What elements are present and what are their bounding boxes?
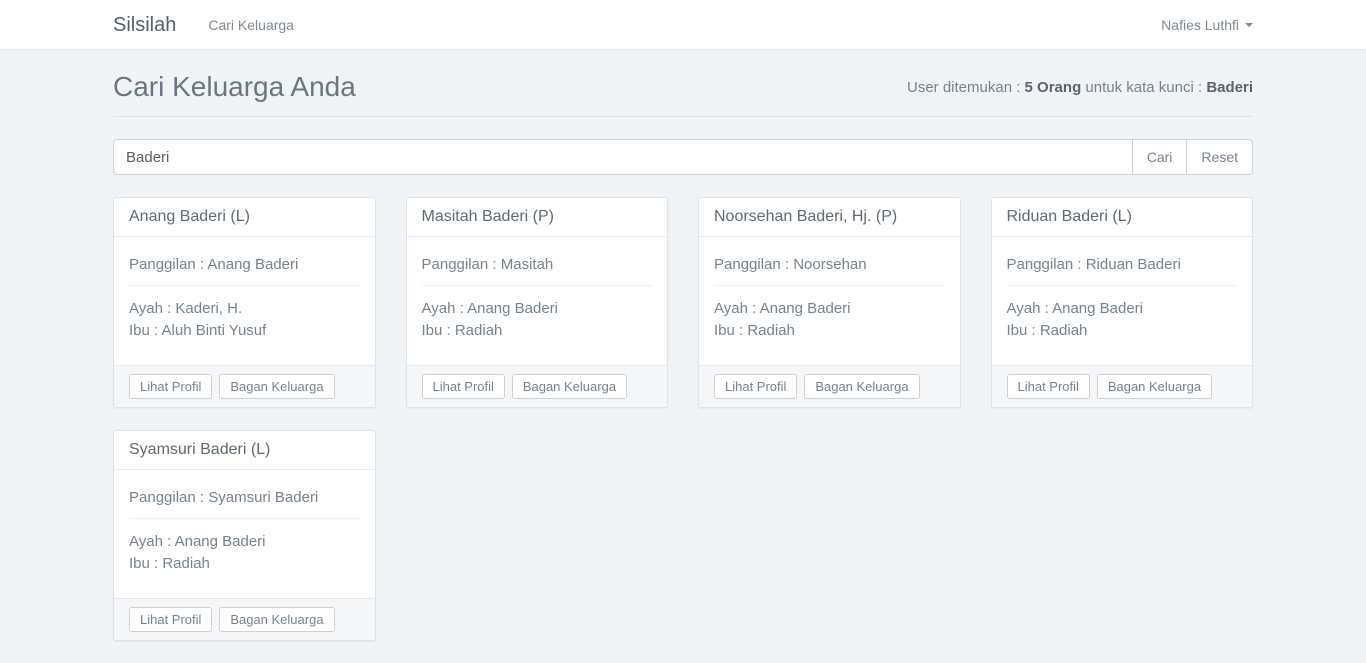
card-divider [1007,285,1238,286]
search-bar: Cari Reset [113,139,1253,175]
summary-keyword: Baderi [1206,79,1253,96]
person-card: Riduan Baderi (L) Panggilan : Riduan Bad… [991,197,1254,408]
person-card-title: Syamsuri Baderi (L) [114,431,375,470]
search-input[interactable] [113,139,1133,175]
person-card-title: Riduan Baderi (L) [992,198,1253,237]
person-nickname: Panggilan : Syamsuri Baderi [129,488,360,508]
result-column: Anang Baderi (L) Panggilan : Anang Bader… [98,197,391,408]
person-nickname: Panggilan : Masitah [422,255,653,275]
bagan-keluarga-button[interactable]: Bagan Keluarga [804,374,919,399]
result-column: Syamsuri Baderi (L) Panggilan : Syamsuri… [98,430,391,641]
person-card-footer: Lihat Profil Bagan Keluarga [114,365,375,407]
person-card: Noorsehan Baderi, Hj. (P) Panggilan : No… [698,197,961,408]
nav-link-cari-keluarga[interactable]: Cari Keluarga [208,17,294,33]
person-card: Masitah Baderi (P) Panggilan : Masitah A… [406,197,669,408]
page-header: Cari Keluarga Anda User ditemukan : 5 Or… [113,71,1253,117]
person-card-body: Panggilan : Masitah Ayah : Anang Baderi … [407,237,668,365]
lihat-profil-button[interactable]: Lihat Profil [422,374,505,399]
bagan-keluarga-button[interactable]: Bagan Keluarga [219,607,334,632]
person-card-body: Panggilan : Noorsehan Ayah : Anang Bader… [699,237,960,365]
person-father: Ayah : Anang Baderi [422,298,653,320]
result-column: Noorsehan Baderi, Hj. (P) Panggilan : No… [683,197,976,408]
user-menu-dropdown[interactable]: Nafies Luthfi [1161,17,1253,33]
person-father: Ayah : Anang Baderi [129,531,360,553]
result-column: Masitah Baderi (P) Panggilan : Masitah A… [391,197,684,408]
lihat-profil-button[interactable]: Lihat Profil [1007,374,1090,399]
results-grid: Anang Baderi (L) Panggilan : Anang Bader… [98,197,1268,663]
main-content: Cari Keluarga Anda User ditemukan : 5 Or… [0,71,1366,663]
card-divider [714,285,945,286]
bagan-keluarga-button[interactable]: Bagan Keluarga [512,374,627,399]
result-column: Riduan Baderi (L) Panggilan : Riduan Bad… [976,197,1269,408]
navbar: Silsilah Cari Keluarga Nafies Luthfi [0,0,1366,50]
person-mother: Ibu : Radiah [1007,320,1238,342]
person-mother: Ibu : Radiah [422,320,653,342]
person-father: Ayah : Anang Baderi [714,298,945,320]
summary-count: 5 Orang [1025,79,1082,96]
summary-prefix: User ditemukan : [907,79,1025,96]
person-mother: Ibu : Radiah [129,553,360,575]
person-nickname: Panggilan : Noorsehan [714,255,945,275]
lihat-profil-button[interactable]: Lihat Profil [714,374,797,399]
person-card-footer: Lihat Profil Bagan Keluarga [699,365,960,407]
person-mother: Ibu : Aluh Binti Yusuf [129,320,360,342]
person-card-footer: Lihat Profil Bagan Keluarga [114,598,375,640]
person-card-footer: Lihat Profil Bagan Keluarga [407,365,668,407]
person-father: Ayah : Kaderi, H. [129,298,360,320]
summary-middle: untuk kata kunci : [1081,79,1206,96]
person-father: Ayah : Anang Baderi [1007,298,1238,320]
person-card-title: Anang Baderi (L) [114,198,375,237]
bagan-keluarga-button[interactable]: Bagan Keluarga [1097,374,1212,399]
brand-silsilah[interactable]: Silsilah [113,14,176,37]
card-divider [129,285,360,286]
person-card: Syamsuri Baderi (L) Panggilan : Syamsuri… [113,430,376,641]
cari-button[interactable]: Cari [1132,139,1188,175]
bagan-keluarga-button[interactable]: Bagan Keluarga [219,374,334,399]
person-card-title: Masitah Baderi (P) [407,198,668,237]
person-nickname: Panggilan : Anang Baderi [129,255,360,275]
caret-down-icon [1245,23,1253,27]
reset-button[interactable]: Reset [1186,139,1253,175]
person-nickname: Panggilan : Riduan Baderi [1007,255,1238,275]
person-card-body: Panggilan : Anang Baderi Ayah : Kaderi, … [114,237,375,365]
card-divider [129,518,360,519]
page-title: Cari Keluarga Anda [113,71,356,103]
user-name: Nafies Luthfi [1161,17,1239,33]
lihat-profil-button[interactable]: Lihat Profil [129,374,212,399]
person-card-footer: Lihat Profil Bagan Keluarga [992,365,1253,407]
navbar-right: Nafies Luthfi [1161,17,1253,33]
person-card-body: Panggilan : Syamsuri Baderi Ayah : Anang… [114,470,375,598]
person-card: Anang Baderi (L) Panggilan : Anang Bader… [113,197,376,408]
person-card-title: Noorsehan Baderi, Hj. (P) [699,198,960,237]
person-mother: Ibu : Radiah [714,320,945,342]
result-summary: User ditemukan : 5 Orang untuk kata kunc… [907,79,1253,96]
person-card-body: Panggilan : Riduan Baderi Ayah : Anang B… [992,237,1253,365]
lihat-profil-button[interactable]: Lihat Profil [129,607,212,632]
card-divider [422,285,653,286]
